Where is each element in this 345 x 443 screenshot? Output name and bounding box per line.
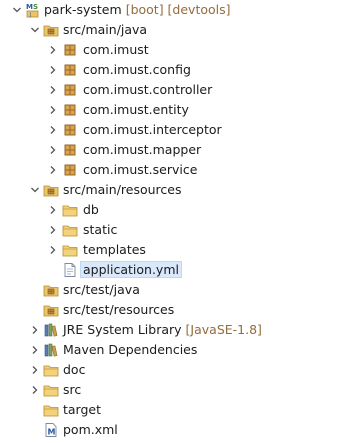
- chevron-right-icon[interactable]: [28, 323, 42, 337]
- tree-row-package[interactable]: com.imust.entity: [0, 100, 345, 120]
- tree-row-package[interactable]: com.imust.interceptor: [0, 120, 345, 140]
- folder-icon: [43, 362, 59, 378]
- chevron-right-icon[interactable]: [28, 383, 42, 397]
- chevron-right-icon[interactable]: [46, 223, 60, 237]
- tree-row-src-test-java[interactable]: src/test/java: [0, 280, 345, 300]
- application-yml-name: application.yml: [80, 261, 182, 278]
- chevron-down-icon[interactable]: [10, 3, 24, 17]
- chevron-right-icon[interactable]: [46, 163, 60, 177]
- chevron-right-icon[interactable]: [46, 43, 60, 57]
- maven-pom-icon: M: [43, 422, 59, 438]
- package-icon: [62, 82, 78, 98]
- package-label: com.imust.config: [83, 62, 191, 77]
- src-label: src: [63, 382, 82, 397]
- folder-icon: [43, 382, 59, 398]
- tree-row-project[interactable]: M S J park-system [boot] [devtools]: [0, 0, 345, 20]
- chevron-right-icon[interactable]: [46, 143, 60, 157]
- tree-row-folder-templates[interactable]: templates: [0, 240, 345, 260]
- chevron-down-icon[interactable]: [28, 183, 42, 197]
- doc-label: doc: [63, 362, 86, 377]
- jre-decoration: [JavaSE-1.8]: [185, 322, 262, 337]
- tree-row-pom[interactable]: M pom.xml: [0, 420, 345, 440]
- tree-row-package[interactable]: com.imust.config: [0, 60, 345, 80]
- tree-row-folder-db[interactable]: db: [0, 200, 345, 220]
- tree-row-package[interactable]: com.imust.service: [0, 160, 345, 180]
- folder-icon: [62, 202, 78, 218]
- package-icon: [62, 102, 78, 118]
- folder-icon: [43, 402, 59, 418]
- svg-text:M: M: [26, 3, 33, 11]
- chevron-right-icon[interactable]: [46, 203, 60, 217]
- tree-row-folder-static[interactable]: static: [0, 220, 345, 240]
- library-icon: [43, 342, 59, 358]
- tree-row-src[interactable]: src: [0, 380, 345, 400]
- tree-row-package[interactable]: com.imust.mapper: [0, 140, 345, 160]
- package-label: com.imust: [83, 42, 149, 57]
- chevron-down-icon[interactable]: [28, 23, 42, 37]
- package-label: com.imust.entity: [83, 102, 189, 117]
- package-label: com.imust.controller: [83, 82, 213, 97]
- folder-label: static: [83, 222, 118, 237]
- tree-row-maven-dependencies[interactable]: Maven Dependencies: [0, 340, 345, 360]
- folder-label: templates: [83, 242, 146, 257]
- chevron-right-icon[interactable]: [46, 83, 60, 97]
- maven-spring-project-icon: M S J: [25, 2, 41, 18]
- folder-label: db: [83, 202, 99, 217]
- package-explorer-tree: M S J park-system [boot] [devtools] src/m…: [0, 0, 345, 443]
- library-icon: [43, 322, 59, 338]
- source-folder-icon: [43, 302, 59, 318]
- tree-row-doc[interactable]: doc: [0, 360, 345, 380]
- project-name: park-system: [44, 2, 122, 17]
- source-folder-icon: [43, 182, 59, 198]
- target-label: target: [63, 402, 102, 417]
- src-main-resources-label: src/main/resources: [63, 182, 182, 197]
- svg-text:J: J: [29, 13, 31, 19]
- chevron-right-icon[interactable]: [28, 343, 42, 357]
- src-test-java-label: src/test/java: [63, 282, 140, 297]
- application-yml-label: application.yml: [80, 260, 182, 280]
- source-folder-icon: [43, 282, 59, 298]
- tree-row-src-test-resources[interactable]: src/test/resources: [0, 300, 345, 320]
- src-main-java-label: src/main/java: [63, 22, 148, 37]
- jre-label: JRE System Library [JavaSE-1.8]: [63, 320, 262, 340]
- source-folder-icon: [43, 22, 59, 38]
- svg-text:M: M: [48, 428, 56, 437]
- tree-row-package[interactable]: com.imust.controller: [0, 80, 345, 100]
- package-icon: [62, 62, 78, 78]
- chevron-right-icon[interactable]: [28, 363, 42, 377]
- tree-row-src-main-java[interactable]: src/main/java: [0, 20, 345, 40]
- src-test-resources-label: src/test/resources: [63, 302, 175, 317]
- file-icon: [62, 262, 78, 278]
- package-label: com.imust.service: [83, 162, 198, 177]
- maven-label: Maven Dependencies: [63, 342, 198, 357]
- tree-row-application-yml[interactable]: application.yml: [0, 260, 345, 280]
- package-icon: [62, 162, 78, 178]
- package-icon: [62, 142, 78, 158]
- chevron-right-icon[interactable]: [46, 243, 60, 257]
- package-icon: [62, 122, 78, 138]
- package-label: com.imust.mapper: [83, 142, 202, 157]
- tree-row-target[interactable]: target: [0, 400, 345, 420]
- svg-text:S: S: [33, 3, 38, 11]
- folder-icon: [62, 242, 78, 258]
- folder-icon: [62, 222, 78, 238]
- chevron-right-icon[interactable]: [46, 103, 60, 117]
- tree-row-jre-library[interactable]: JRE System Library [JavaSE-1.8]: [0, 320, 345, 340]
- project-label: park-system [boot] [devtools]: [44, 0, 231, 20]
- package-icon: [62, 42, 78, 58]
- chevron-right-icon[interactable]: [46, 63, 60, 77]
- tree-row-src-main-resources[interactable]: src/main/resources: [0, 180, 345, 200]
- package-label: com.imust.interceptor: [83, 122, 222, 137]
- chevron-right-icon[interactable]: [46, 123, 60, 137]
- pom-label: pom.xml: [63, 422, 118, 437]
- jre-name: JRE System Library: [63, 322, 182, 337]
- project-decoration: [boot] [devtools]: [125, 2, 231, 17]
- tree-row-package[interactable]: com.imust: [0, 40, 345, 60]
